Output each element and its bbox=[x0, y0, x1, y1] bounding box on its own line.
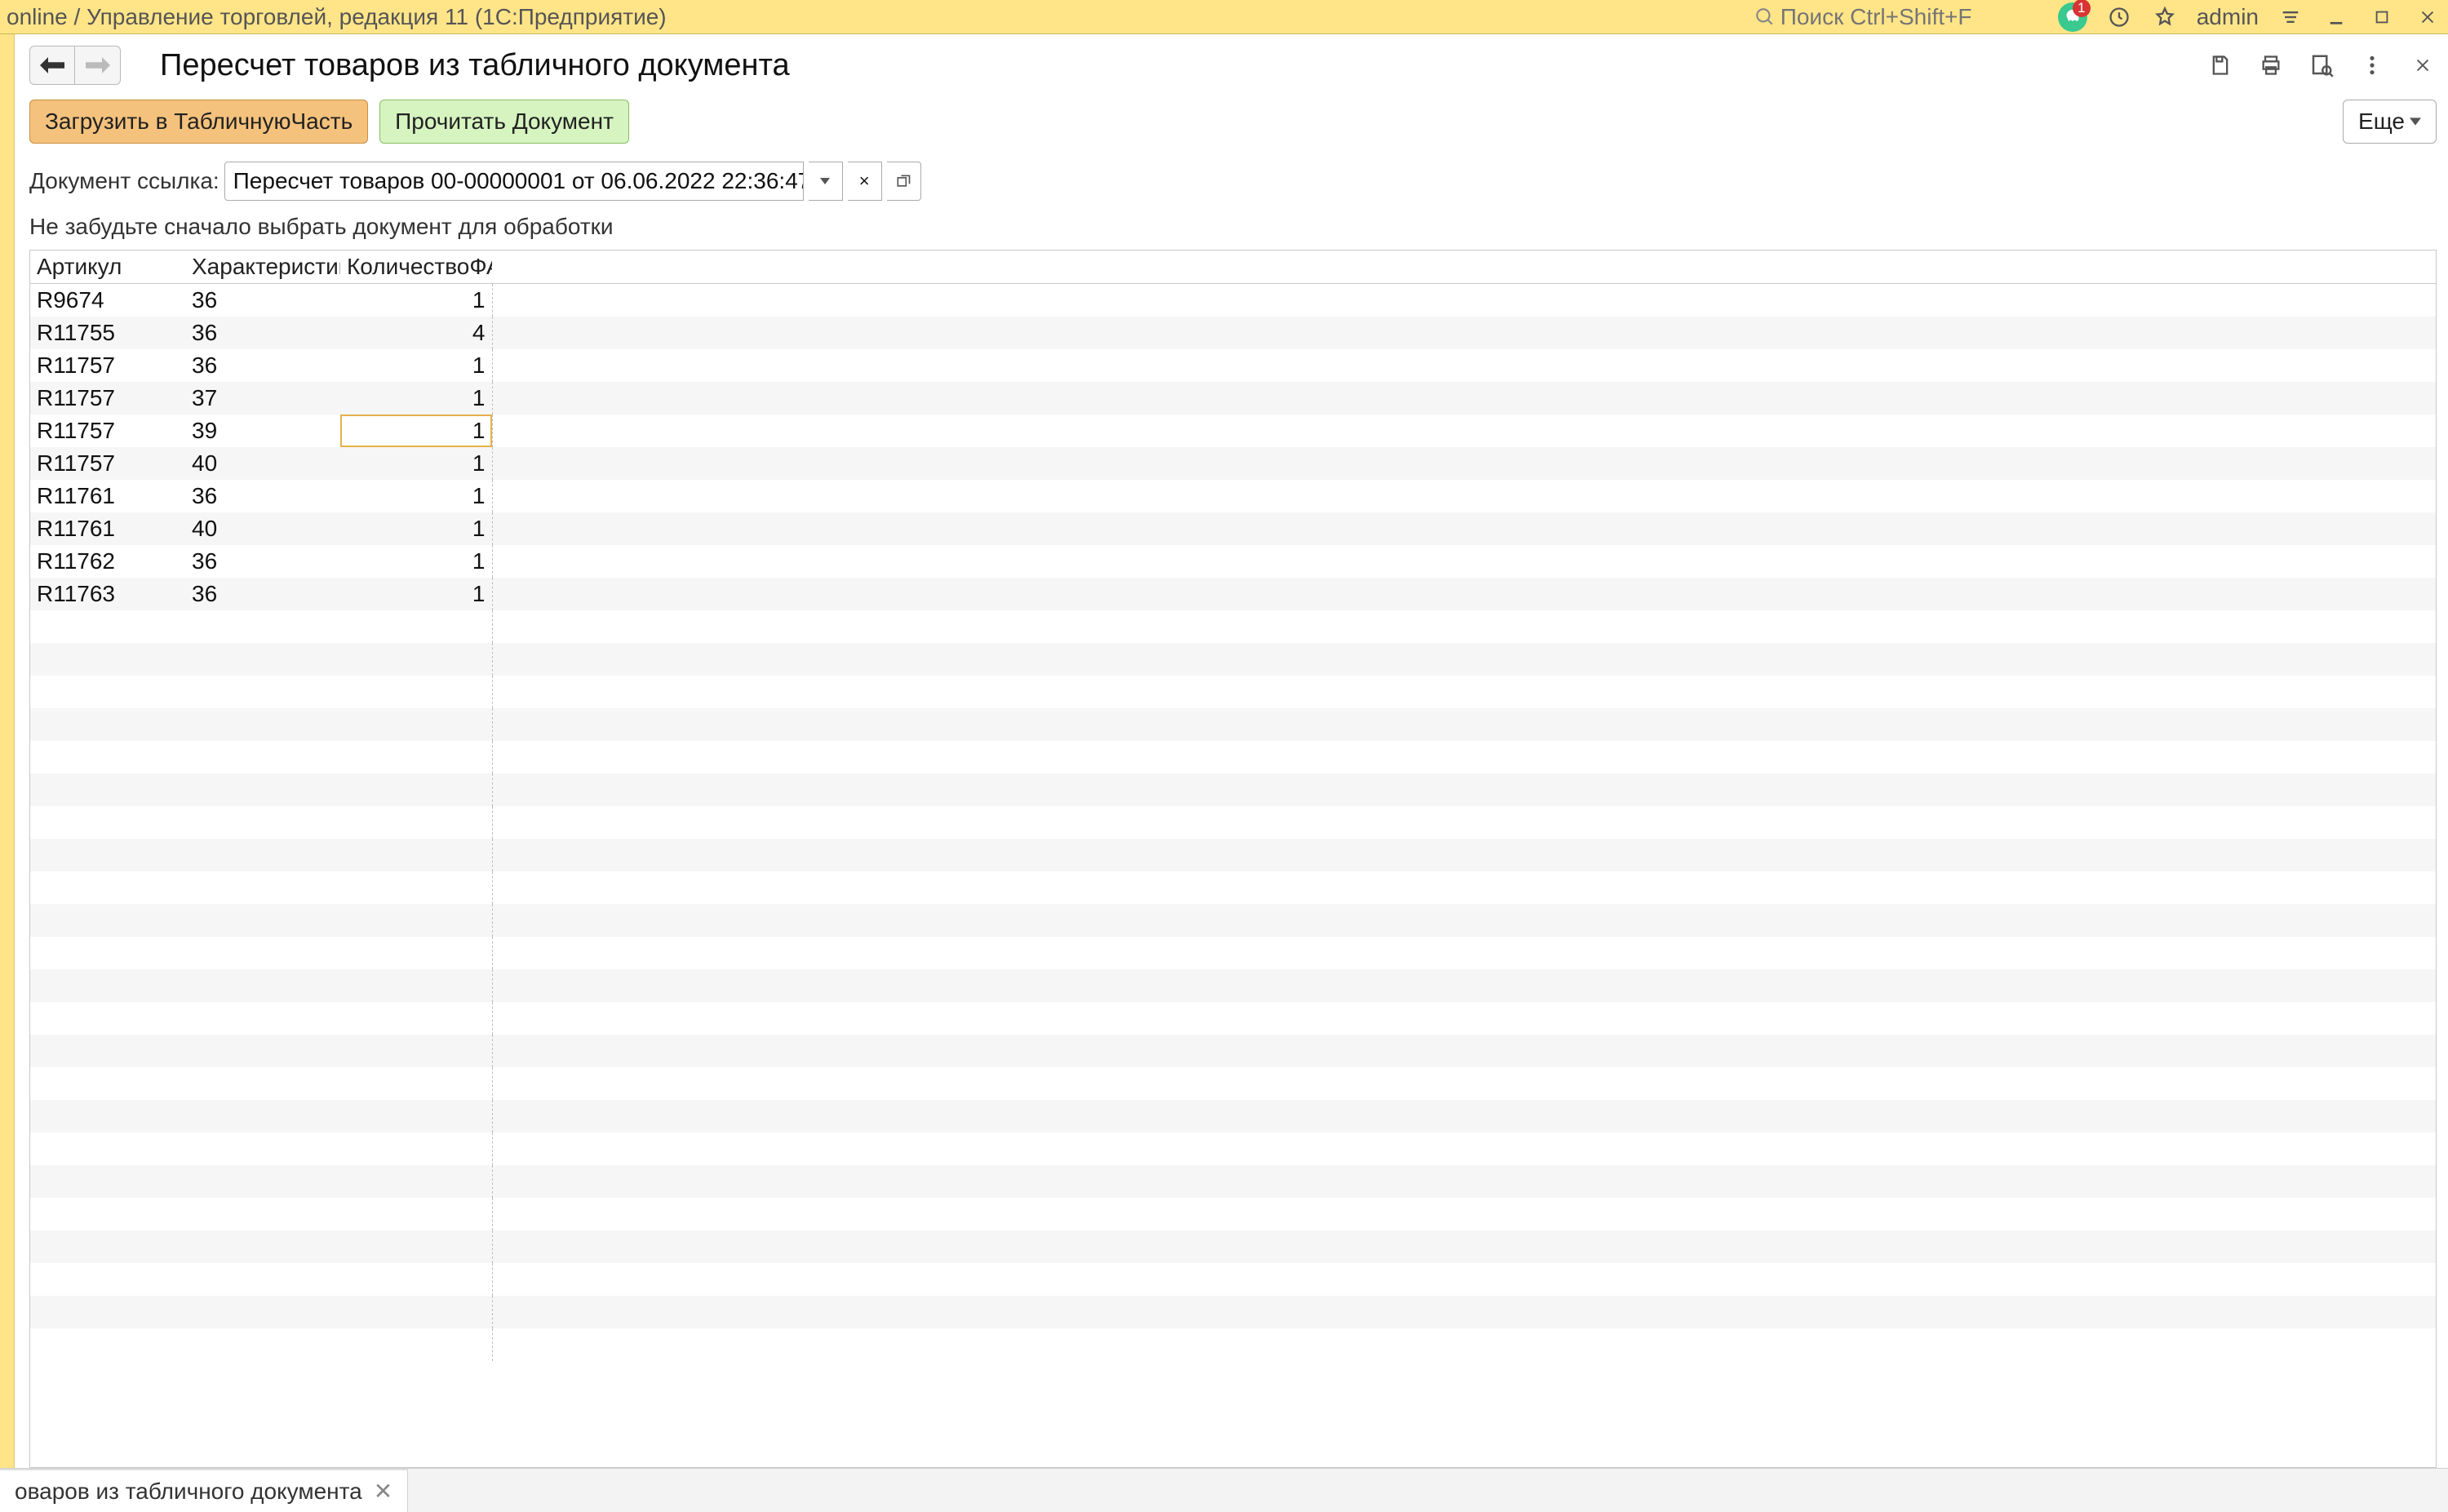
col-header-empty[interactable] bbox=[2313, 251, 2437, 283]
docref-label: Документ ссылка: bbox=[29, 168, 220, 194]
table-row[interactable]: R11763361 bbox=[30, 578, 2437, 610]
table-row[interactable]: R11757371 bbox=[30, 382, 2437, 415]
col-header-empty[interactable] bbox=[1099, 251, 1251, 283]
page-title: Пересчет товаров из табличного документа bbox=[160, 48, 790, 83]
search-box[interactable] bbox=[1754, 4, 2058, 30]
table-row[interactable] bbox=[30, 1002, 2437, 1035]
table-row[interactable] bbox=[30, 741, 2437, 774]
minimize-icon[interactable] bbox=[2322, 3, 2350, 31]
table-row[interactable]: R11755364 bbox=[30, 317, 2437, 349]
col-header-empty[interactable] bbox=[1554, 251, 1706, 283]
print-icon[interactable] bbox=[2257, 51, 2285, 79]
table-row[interactable] bbox=[30, 1067, 2437, 1100]
col-header-empty[interactable] bbox=[1858, 251, 2010, 283]
table-row[interactable] bbox=[30, 610, 2437, 643]
col-header-empty[interactable] bbox=[1403, 251, 1554, 283]
table-row[interactable] bbox=[30, 1198, 2437, 1230]
docref-dropdown-button[interactable] bbox=[809, 162, 843, 201]
tabstrip: оваров из табличного документа ✕ bbox=[0, 1468, 2448, 1512]
table-row[interactable]: R9674361 bbox=[30, 284, 2437, 317]
load-button[interactable]: Загрузить в ТабличнуюЧасть bbox=[29, 100, 368, 144]
col-header-char[interactable]: Характеристика bbox=[185, 251, 340, 283]
table-row[interactable] bbox=[30, 969, 2437, 1002]
table-row[interactable] bbox=[30, 806, 2437, 839]
notifications-icon[interactable]: 1 bbox=[2058, 2, 2087, 32]
col-header-empty[interactable] bbox=[947, 251, 1099, 283]
read-button[interactable]: Прочитать Документ bbox=[379, 100, 629, 144]
chevron-down-icon bbox=[2410, 118, 2421, 126]
col-header-empty[interactable] bbox=[1251, 251, 1403, 283]
table-row[interactable]: R11757401 bbox=[30, 447, 2437, 480]
table-row[interactable] bbox=[30, 676, 2437, 708]
col-header-empty[interactable] bbox=[796, 251, 947, 283]
docref-clear-button[interactable]: × bbox=[848, 162, 882, 201]
table-row[interactable] bbox=[30, 1100, 2437, 1133]
table-row[interactable] bbox=[30, 1133, 2437, 1165]
table-row[interactable]: R11757391 bbox=[30, 415, 2437, 447]
col-header-article[interactable]: Артикул bbox=[30, 251, 185, 283]
menu-icon[interactable] bbox=[2277, 3, 2304, 31]
table-row[interactable]: R11761361 bbox=[30, 480, 2437, 512]
docref-open-button[interactable] bbox=[887, 162, 921, 201]
col-header-empty[interactable] bbox=[644, 251, 796, 283]
titlebar: online / Управление торговлей, редакция … bbox=[0, 0, 2448, 34]
table-row[interactable] bbox=[30, 1296, 2437, 1328]
table-row[interactable] bbox=[30, 1328, 2437, 1361]
table-row[interactable] bbox=[30, 1230, 2437, 1263]
tab-close-icon[interactable]: ✕ bbox=[374, 1478, 392, 1505]
table-row[interactable] bbox=[30, 839, 2437, 871]
more-icon[interactable] bbox=[2358, 51, 2386, 79]
user-name[interactable]: admin bbox=[2197, 4, 2259, 30]
history-icon[interactable] bbox=[2105, 3, 2133, 31]
close-icon[interactable] bbox=[2414, 3, 2441, 31]
table-row[interactable] bbox=[30, 643, 2437, 676]
tab[interactable]: оваров из табличного документа ✕ bbox=[0, 1469, 408, 1512]
table-row[interactable] bbox=[30, 1165, 2437, 1198]
favorite-icon[interactable] bbox=[2151, 3, 2179, 31]
table-row[interactable] bbox=[30, 1263, 2437, 1296]
tab-label: оваров из табличного документа bbox=[15, 1479, 362, 1505]
section-panel[interactable] bbox=[0, 34, 15, 1468]
nav-back-button[interactable] bbox=[29, 46, 75, 85]
table-row[interactable]: R11761401 bbox=[30, 512, 2437, 545]
table-row[interactable] bbox=[30, 708, 2437, 741]
search-icon bbox=[1754, 7, 1776, 28]
col-header-qty[interactable]: КоличествоФАКТ bbox=[340, 251, 492, 283]
preview-icon[interactable] bbox=[2308, 51, 2335, 79]
table-row[interactable] bbox=[30, 937, 2437, 969]
chevron-down-icon bbox=[820, 178, 830, 184]
save-icon[interactable] bbox=[2206, 51, 2234, 79]
table-row[interactable] bbox=[30, 871, 2437, 904]
docref-input[interactable]: Пересчет товаров 00-00000001 от 06.06.20… bbox=[224, 162, 804, 201]
nav-forward-button[interactable] bbox=[75, 46, 121, 85]
open-icon bbox=[895, 173, 911, 189]
col-header-empty[interactable] bbox=[1706, 251, 1858, 283]
search-input[interactable] bbox=[1781, 4, 2058, 30]
grid[interactable]: АртикулХарактеристикаКоличествоФАКТ R967… bbox=[29, 250, 2437, 1468]
hint-text: Не забудьте сначало выбрать документ для… bbox=[29, 214, 2437, 240]
col-header-empty[interactable] bbox=[492, 251, 644, 283]
window-title: online / Управление торговлей, редакция … bbox=[7, 4, 667, 30]
table-row[interactable] bbox=[30, 904, 2437, 937]
close-page-icon[interactable] bbox=[2409, 51, 2437, 79]
table-row[interactable]: R11762361 bbox=[30, 545, 2437, 578]
notifications-badge: 1 bbox=[2073, 0, 2091, 17]
table-row[interactable]: R11757361 bbox=[30, 349, 2437, 382]
table-row[interactable] bbox=[30, 774, 2437, 806]
col-header-empty[interactable] bbox=[2010, 251, 2162, 283]
maximize-icon[interactable] bbox=[2368, 3, 2396, 31]
col-header-empty[interactable] bbox=[2162, 251, 2313, 283]
table-row[interactable] bbox=[30, 1035, 2437, 1067]
more-button[interactable]: Еще bbox=[2343, 100, 2437, 144]
